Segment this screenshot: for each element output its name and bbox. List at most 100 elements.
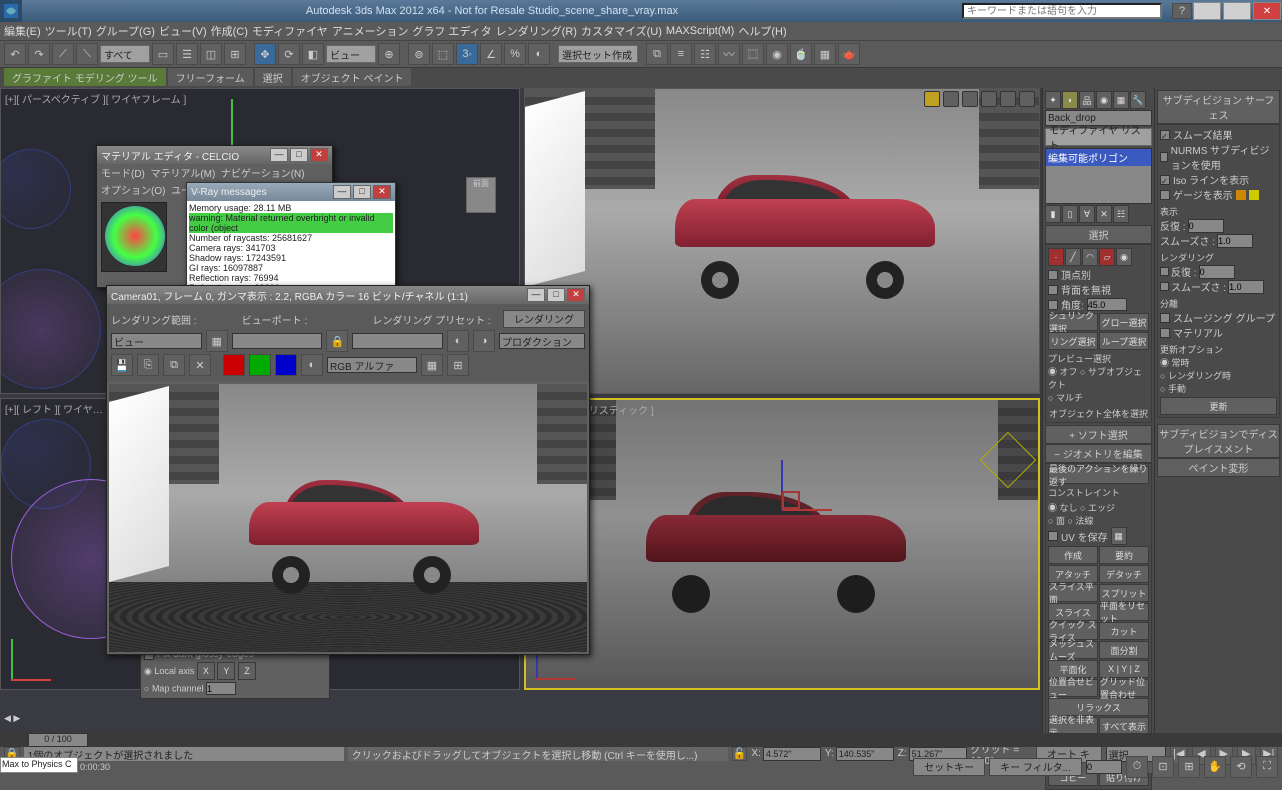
menu-maxscript[interactable]: MAXScript(M) (666, 25, 734, 37)
maxscript-listener[interactable]: Max to Physics C (0, 757, 78, 773)
render-min-button[interactable]: — (527, 288, 545, 302)
viewport-label-left[interactable]: [+][ レフト ][ ワイヤ… (5, 401, 103, 416)
axis-y-button[interactable]: Y (217, 662, 235, 680)
time-scrubber[interactable]: 0 / 100 (28, 733, 88, 747)
use-pivot-button[interactable]: ⊕ (378, 43, 400, 65)
window-crossing-button[interactable]: ⊞ (224, 43, 246, 65)
display-panel-icon[interactable]: ▦ (1113, 91, 1129, 109)
render-setup-button[interactable]: 🍵 (790, 43, 812, 65)
matedit-close-button[interactable]: ✕ (310, 148, 328, 162)
help-dropdown-icon[interactable]: ? (1172, 3, 1192, 19)
channel-dropdown[interactable]: RGB アルファ (327, 357, 417, 373)
ignore-backfacing-checkbox[interactable] (1048, 285, 1058, 295)
keyboard-shortcut-button[interactable]: ⬚ (432, 43, 454, 65)
selection-filter-dropdown[interactable]: すべて (100, 45, 150, 63)
show-cage-checkbox[interactable] (1160, 190, 1170, 200)
menu-create[interactable]: 作成(C) (211, 23, 248, 39)
time-slider[interactable]: 0 / 100 (0, 733, 1282, 747)
smooth-result-checkbox[interactable] (1160, 130, 1170, 140)
ring-button[interactable]: リング選択 (1048, 332, 1098, 350)
repeat-last-button[interactable]: 最後のアクションを繰り返す (1048, 466, 1149, 484)
rollout-subdiv-surface[interactable]: サブディビジョン サーフェス (1157, 90, 1280, 124)
arc-rotate-icon[interactable]: ⟲ (1230, 756, 1252, 778)
select-object-button[interactable]: ▭ (152, 43, 174, 65)
shrink-button[interactable]: シュリンク選択 (1048, 313, 1098, 331)
menu-help[interactable]: ヘルプ(H) (738, 23, 786, 39)
minimize-button[interactable]: — (1193, 2, 1221, 20)
snap-toggle-button[interactable]: 3◦ (456, 43, 478, 65)
modifier-stack[interactable]: 編集可能ポリゴン (1045, 148, 1152, 204)
ribbon-tab-freeform[interactable]: フリーフォーム (168, 68, 253, 86)
copy-image-icon[interactable]: ⎘ (137, 354, 159, 376)
vray-max-button[interactable]: □ (353, 185, 371, 199)
menu-group[interactable]: グループ(G) (96, 23, 155, 39)
clone-window-icon[interactable]: ⧉ (163, 354, 185, 376)
by-vertex-checkbox[interactable] (1048, 270, 1058, 280)
mapchannel-input[interactable] (206, 682, 236, 695)
region-settings-icon[interactable]: ▦ (206, 330, 228, 352)
slice-plane-button[interactable]: スライス平面 (1048, 584, 1098, 602)
make-unique-icon[interactable]: ∀ (1079, 205, 1095, 223)
layer-manager-button[interactable]: ☷ (694, 43, 716, 65)
min-max-toggle-icon[interactable]: ⛶ (1256, 756, 1278, 778)
remove-modifier-icon[interactable]: ✕ (1096, 205, 1112, 223)
menu-rendering[interactable]: レンダリング(R) (496, 23, 577, 39)
tessellate-button[interactable]: 面分割 (1099, 641, 1149, 659)
isoline-checkbox[interactable] (1160, 175, 1170, 185)
save-image-icon[interactable]: 💾 (111, 354, 133, 376)
spinner-snap-button[interactable]: ◐ (528, 43, 550, 65)
detach-button[interactable]: デタッチ (1099, 565, 1149, 583)
update-button[interactable]: 更新 (1160, 397, 1277, 415)
vray-log-body[interactable]: Memory usage: 28.11 MB warning: Material… (187, 201, 395, 287)
show-end-result-icon[interactable]: ▯ (1062, 205, 1078, 223)
configure-sets-icon[interactable]: ☷ (1113, 205, 1129, 223)
ribbon-tab-graphite[interactable]: グラファイト モデリング ツール (4, 68, 166, 86)
vp-film-icon[interactable] (962, 91, 978, 107)
rollout-paint-deform[interactable]: ペイント変形 (1157, 458, 1280, 477)
app-logo-icon[interactable] (0, 0, 22, 22)
render-iter-checkbox[interactable] (1160, 267, 1169, 276)
cut-button[interactable]: カット (1099, 622, 1149, 640)
current-frame-input[interactable] (1086, 760, 1122, 774)
effects-dialog-icon[interactable]: ◑ (473, 330, 495, 352)
view-align-button[interactable]: 位置合せビュー (1048, 679, 1098, 697)
render-output[interactable] (109, 384, 587, 652)
render-frame-window[interactable]: Camera01, フレーム 0, ガンマ表示 : 2.2, RGBA カラー … (106, 285, 590, 655)
render-frame-button[interactable]: ▦ (814, 43, 836, 65)
vp-shade-icon[interactable] (943, 91, 959, 107)
axis-x-button[interactable]: X (197, 662, 215, 680)
reset-plane-button[interactable]: 平面をリセット (1099, 603, 1149, 621)
render-preset-dropdown[interactable] (352, 333, 443, 349)
select-move-button[interactable]: ✥ (254, 43, 276, 65)
subobj-element-icon[interactable]: ◉ (1116, 248, 1132, 266)
viewport-camera[interactable] (524, 88, 1040, 394)
coord-y-input[interactable] (836, 747, 894, 761)
time-config-icon[interactable]: ⏱ (1126, 756, 1148, 778)
quick-render-button[interactable]: 🫖 (838, 43, 860, 65)
rollout-selection[interactable]: 選択 (1045, 225, 1152, 244)
subobj-border-icon[interactable]: ◠ (1082, 248, 1098, 266)
print-image-icon[interactable]: ✕ (189, 354, 211, 376)
channel-red-icon[interactable] (223, 354, 245, 376)
matedit-max-button[interactable]: □ (290, 148, 308, 162)
render-viewport-dropdown[interactable] (232, 333, 323, 349)
zoom-extents-icon[interactable]: ⊡ (1152, 756, 1174, 778)
nurms-checkbox[interactable] (1160, 152, 1168, 162)
sep-smgroup-checkbox[interactable] (1160, 313, 1170, 323)
axis-z-button[interactable]: Z (238, 662, 256, 680)
zoom-all-icon[interactable]: ⊞ (1178, 756, 1200, 778)
redo-button[interactable]: ↷ (28, 43, 50, 65)
vp-globe-icon[interactable] (981, 91, 997, 107)
link-button[interactable]: ⟋ (52, 43, 74, 65)
create-button[interactable]: 作成 (1048, 546, 1098, 564)
ref-coord-dropdown[interactable]: ビュー (326, 45, 376, 63)
menu-modifiers[interactable]: モディファイヤ (252, 23, 328, 39)
loop-button[interactable]: ループ選択 (1099, 332, 1149, 350)
vray-min-button[interactable]: — (333, 185, 351, 199)
channel-alpha-icon[interactable]: ◐ (301, 354, 323, 376)
create-panel-icon[interactable]: ✦ (1045, 91, 1061, 109)
coord-x-input[interactable] (763, 747, 821, 761)
mirror-button[interactable]: ⧉ (646, 43, 668, 65)
angle-snap-button[interactable]: ∠ (480, 43, 502, 65)
channel-green-icon[interactable] (249, 354, 271, 376)
